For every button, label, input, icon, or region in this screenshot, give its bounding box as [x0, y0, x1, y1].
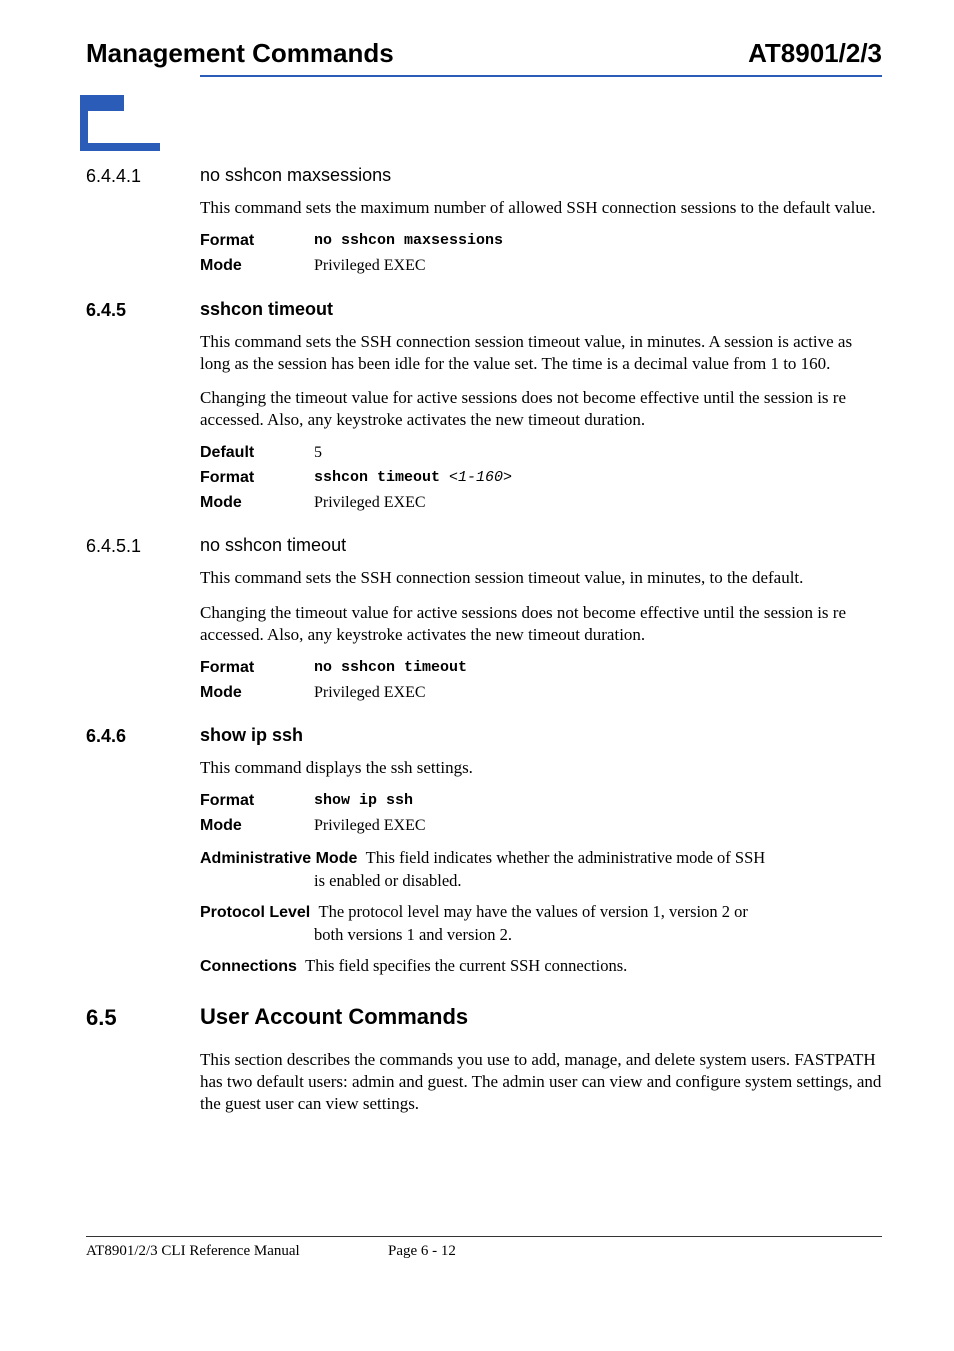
brand-logo-icon [80, 95, 160, 151]
page-header: Management Commands AT8901/2/3 [86, 38, 882, 75]
field-text: The protocol level may have the values o… [319, 902, 748, 921]
section-number: 6.4.6 [86, 725, 200, 747]
field-name: Protocol Level [200, 904, 310, 921]
field-text: This field specifies the current SSH con… [305, 956, 627, 975]
section-body: This section describes the commands you … [200, 1049, 882, 1115]
label-mode: Mode [200, 256, 314, 277]
label-default: Default [200, 443, 314, 464]
section-number: 6.4.4.1 [86, 165, 200, 187]
header-left: Management Commands [86, 38, 394, 69]
field-text: This field indicates whether the adminis… [366, 848, 766, 867]
value-format: sshcon timeout <1-160> [314, 468, 512, 489]
mode-row: Mode Privileged EXEC [200, 493, 882, 514]
value-mode: Privileged EXEC [314, 816, 426, 837]
field-text-cont: is enabled or disabled. [200, 870, 882, 891]
section-title: no sshcon timeout [200, 535, 346, 556]
page-footer: AT8901/2/3 CLI Reference Manual Page 6 -… [86, 1236, 882, 1260]
section-6-5: 6.5 User Account Commands [86, 1004, 882, 1031]
label-format: Format [200, 231, 314, 252]
footer-page: Page 6 - 12 [388, 1243, 456, 1260]
section-number: 6.4.5.1 [86, 535, 200, 557]
mode-row: Mode Privileged EXEC [200, 683, 882, 704]
section-6-4-5-1: 6.4.5.1 no sshcon timeout [86, 535, 882, 557]
header-rule [200, 75, 882, 77]
mode-row: Mode Privileged EXEC [200, 816, 882, 837]
paragraph: This command displays the ssh settings. [200, 757, 882, 779]
paragraph: This command sets the SSH connection ses… [200, 567, 882, 589]
label-format: Format [200, 468, 314, 489]
section-6-4-6: 6.4.6 show ip ssh [86, 725, 882, 747]
format-row: Format show ip ssh [200, 791, 882, 812]
paragraph: Changing the timeout value for active se… [200, 387, 882, 431]
section-title: show ip ssh [200, 725, 303, 746]
section-title: User Account Commands [200, 1004, 468, 1030]
value-format: no sshcon maxsessions [314, 231, 503, 252]
value-mode: Privileged EXEC [314, 683, 426, 704]
section-title: no sshcon maxsessions [200, 165, 391, 186]
field-protocol-level: Protocol Level The protocol level may ha… [200, 901, 882, 945]
value-mode: Privileged EXEC [314, 256, 426, 277]
format-row: Format no sshcon maxsessions [200, 231, 882, 252]
format-row: Format sshcon timeout <1-160> [200, 468, 882, 489]
section-body: This command sets the SSH connection ses… [200, 567, 882, 703]
label-mode: Mode [200, 493, 314, 514]
format-arg: <1-160> [449, 469, 512, 486]
paragraph: This command sets the maximum number of … [200, 197, 882, 219]
section-title: sshcon timeout [200, 299, 333, 320]
section-number: 6.4.5 [86, 299, 200, 321]
label-format: Format [200, 658, 314, 679]
section-body: This command sets the maximum number of … [200, 197, 882, 277]
section-body: This command displays the ssh settings. … [200, 757, 882, 978]
label-mode: Mode [200, 683, 314, 704]
value-default: 5 [314, 443, 322, 464]
section-number: 6.5 [86, 1004, 200, 1031]
value-format: show ip ssh [314, 791, 413, 812]
field-name: Connections [200, 958, 297, 975]
section-6-4-4-1: 6.4.4.1 no sshcon maxsessions [86, 165, 882, 187]
mode-row: Mode Privileged EXEC [200, 256, 882, 277]
paragraph: This command sets the SSH connection ses… [200, 331, 882, 375]
label-mode: Mode [200, 816, 314, 837]
field-connections: Connections This field specifies the cur… [200, 955, 882, 978]
format-cmd: sshcon timeout [314, 469, 449, 486]
field-name: Administrative Mode [200, 850, 357, 867]
paragraph: Changing the timeout value for active se… [200, 602, 882, 646]
field-administrative-mode: Administrative Mode This field indicates… [200, 847, 882, 891]
paragraph: This section describes the commands you … [200, 1049, 882, 1115]
field-text-cont: both versions 1 and version 2. [200, 924, 882, 945]
default-row: Default 5 [200, 443, 882, 464]
format-row: Format no sshcon timeout [200, 658, 882, 679]
value-mode: Privileged EXEC [314, 493, 426, 514]
section-body: This command sets the SSH connection ses… [200, 331, 882, 514]
label-format: Format [200, 791, 314, 812]
value-format: no sshcon timeout [314, 658, 467, 679]
header-right: AT8901/2/3 [748, 38, 882, 69]
footer-left: AT8901/2/3 CLI Reference Manual [86, 1243, 388, 1260]
section-6-4-5: 6.4.5 sshcon timeout [86, 299, 882, 321]
